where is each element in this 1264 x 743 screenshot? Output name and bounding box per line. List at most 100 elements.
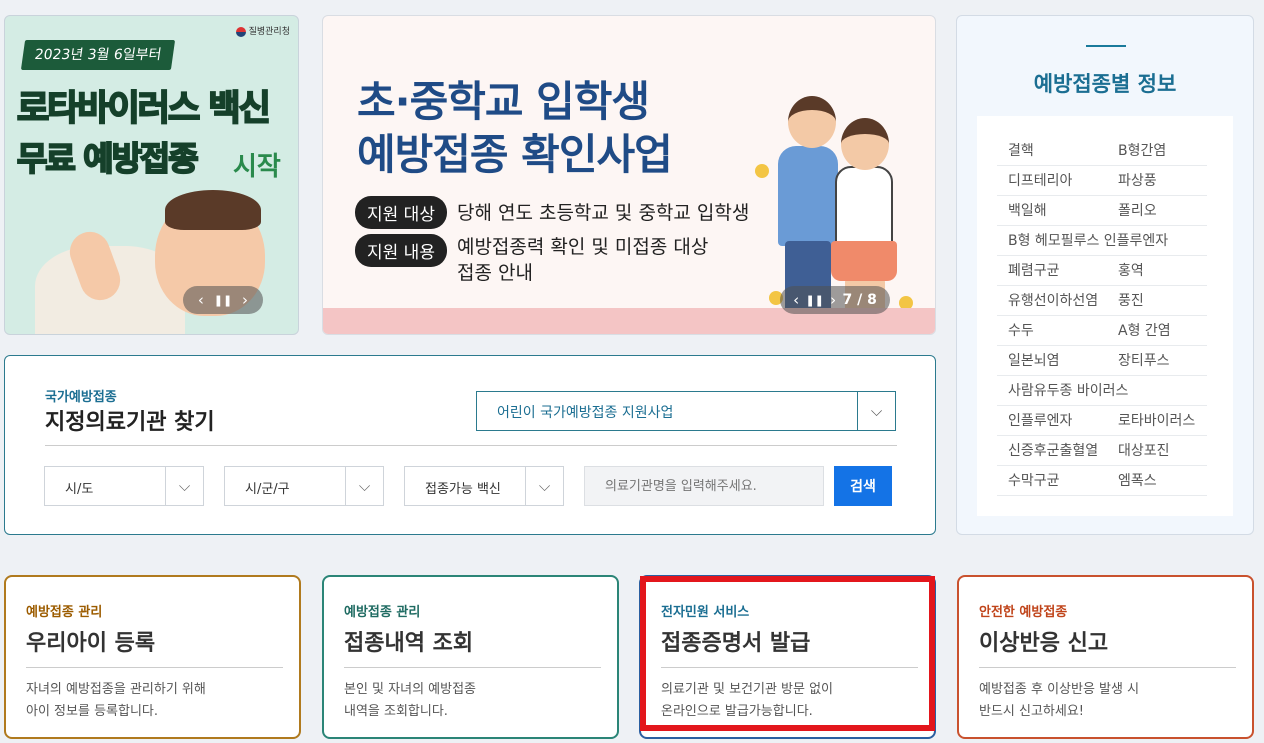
chevron-down-icon[interactable]: ⌵: [165, 467, 203, 505]
sigungu-select[interactable]: 시/군/구 ⌵: [224, 466, 384, 506]
desc-line1: 예방접종 후 이상반응 발생 시: [979, 682, 1140, 697]
vaccine-link[interactable]: 폴리오: [1107, 196, 1207, 226]
card-category: 전자민원 서비스: [661, 605, 750, 620]
vaccine-link[interactable]: 일본뇌염: [997, 346, 1107, 376]
desc-line2: 반드시 신고하세요!: [979, 704, 1085, 719]
vaccine-link[interactable]: 엠폭스: [1107, 466, 1207, 496]
chevron-left-icon[interactable]: ‹: [198, 291, 204, 309]
support-target-text: 당해 연도 초등학교 및 중학교 입학생: [456, 201, 750, 224]
desc-line2: 내역을 조회합니다.: [344, 704, 448, 719]
vaccine-link[interactable]: 수두: [997, 316, 1107, 346]
card-title: 이상반응 신고: [979, 631, 1109, 656]
banner-title-line1: 로타바이러스 백신: [16, 88, 272, 130]
program-select[interactable]: 어린이 국가예방접종 지원사업 ⌵: [476, 391, 896, 431]
flower-icon: [755, 164, 769, 178]
banner-title-line2: 예방접종 확인사업: [357, 130, 673, 179]
card-description: 본인 및 자녀의 예방접종 내역을 조회합니다.: [344, 679, 476, 723]
vaccine-link[interactable]: 풍진: [1107, 286, 1207, 316]
chevron-left-icon[interactable]: ‹: [793, 291, 799, 309]
register-child-card[interactable]: 예방접종 관리 우리아이 등록 자녀의 예방접종을 관리하기 위해 아이 정보를…: [4, 575, 301, 739]
vaccine-select-value: 접종가능 백신: [425, 482, 501, 497]
sigungu-select-value: 시/군/구: [245, 482, 290, 497]
search-title: 지정의료기관 찾기: [45, 410, 215, 435]
support-content-badge: 지원 내용: [355, 234, 447, 267]
chevron-down-icon[interactable]: ⌵: [345, 467, 383, 505]
government-emblem-icon: [235, 26, 246, 37]
search-subtitle: 국가예방접종: [45, 390, 117, 405]
chevron-down-icon[interactable]: ⌵: [857, 392, 895, 430]
card-title: 접종내역 조회: [344, 631, 474, 656]
support-target-row: 지원 대상 당해 연도 초등학교 및 중학교 입학생: [355, 196, 749, 229]
banner-title-line1: 초·중학교 입학생: [357, 77, 650, 126]
chevron-right-icon[interactable]: ›: [830, 291, 836, 309]
slider-controls: ‹ ❚❚ › 7 / 8: [780, 286, 890, 314]
baby-illustration-hair: [165, 190, 261, 230]
vaccine-link[interactable]: 파상풍: [1107, 166, 1207, 196]
card-category: 안전한 예방접종: [979, 605, 1068, 620]
vaccine-link[interactable]: 수막구균: [997, 466, 1107, 496]
desc-line2: 아이 정보를 등록합니다.: [26, 704, 158, 719]
vaccination-certificate-card[interactable]: 전자민원 서비스 접종증명서 발급 의료기관 및 보건기관 방문 없이 온라인으…: [639, 575, 936, 739]
banner-date: 2023년 3월 6일부터: [20, 40, 176, 70]
vaccine-list: 결핵 B형간염 디프테리아 파상풍 백일해 폴리오 B형 헤모필루스 인플루엔자 폐렴구균 홍역…: [997, 136, 1213, 496]
designated-clinic-search: 국가예방접종 지정의료기관 찾기 어린이 국가예방접종 지원사업 ⌵ 시/도 ⌵…: [4, 355, 936, 535]
divider: [344, 667, 601, 668]
search-button[interactable]: 검색: [834, 466, 892, 506]
pause-icon[interactable]: ❚❚: [805, 294, 823, 307]
vaccine-link[interactable]: 신증후군출혈열: [997, 436, 1107, 466]
agency-name: 질병관리청: [248, 27, 290, 37]
girl-illustration-body: [835, 166, 893, 246]
program-select-value: 어린이 국가예방접종 지원사업: [497, 405, 674, 421]
card-title: 우리아이 등록: [26, 631, 156, 656]
vaccine-select[interactable]: 접종가능 백신 ⌵: [404, 466, 564, 506]
card-description: 자녀의 예방접종을 관리하기 위해 아이 정보를 등록합니다.: [26, 679, 206, 723]
vaccine-link[interactable]: B형간염: [1107, 136, 1207, 166]
divider: [45, 445, 897, 446]
desc-line1: 본인 및 자녀의 예방접종: [344, 682, 476, 697]
card-description: 의료기관 및 보건기관 방문 없이 온라인으로 발급가능합니다.: [661, 679, 833, 723]
vaccine-link[interactable]: 로타바이러스: [1107, 406, 1207, 436]
vaccine-link[interactable]: 장티푸스: [1107, 346, 1207, 376]
vaccine-link[interactable]: 백일해: [997, 196, 1107, 226]
vaccine-link[interactable]: 대상포진: [1107, 436, 1207, 466]
girl-illustration-head: [841, 118, 889, 170]
vaccine-link[interactable]: 사람유두종 바이러스: [997, 376, 1207, 406]
boy-illustration-head: [788, 96, 836, 148]
banner-rotavirus[interactable]: 질병관리청 2023년 3월 6일부터 로타바이러스 백신 무료 예방접종 시작…: [4, 15, 299, 335]
vaccine-link[interactable]: 디프테리아: [997, 166, 1107, 196]
support-content-line2: 접종 안내: [456, 262, 533, 284]
vaccine-link[interactable]: B형 헤모필루스 인플루엔자: [997, 226, 1207, 256]
sido-select[interactable]: 시/도 ⌵: [44, 466, 204, 506]
vaccine-list-box: 결핵 B형간염 디프테리아 파상풍 백일해 폴리오 B형 헤모필루스 인플루엔자 폐렴구균 홍역…: [977, 116, 1233, 516]
desc-line1: 자녀의 예방접종을 관리하기 위해: [26, 682, 206, 697]
pause-icon[interactable]: ❚❚: [214, 294, 232, 307]
boy-illustration-body: [778, 146, 838, 246]
chevron-down-icon[interactable]: ⌵: [525, 467, 563, 505]
card-title: 접종증명서 발급: [661, 631, 811, 656]
desc-line1: 의료기관 및 보건기관 방문 없이: [661, 682, 834, 697]
vaccine-link[interactable]: 홍역: [1107, 256, 1207, 286]
support-content-line1: 예방접종력 확인 및 미접종 대상: [456, 236, 709, 258]
support-content-row: 지원 내용 예방접종력 확인 및 미접종 대상 접종 안내: [355, 234, 708, 286]
banner-title-line2: 무료 예방접종: [16, 138, 200, 179]
divider: [26, 667, 283, 668]
card-category: 예방접종 관리: [26, 605, 103, 620]
hospital-name-input[interactable]: [584, 466, 824, 506]
vaccine-link[interactable]: 결핵: [997, 136, 1107, 166]
adverse-reaction-report-card[interactable]: 안전한 예방접종 이상반응 신고 예방접종 후 이상반응 발생 시 반드시 신고…: [957, 575, 1254, 739]
vaccine-link[interactable]: 유행선이하선염: [997, 286, 1107, 316]
card-category: 예방접종 관리: [344, 605, 421, 620]
desc-line2: 온라인으로 발급가능합니다.: [661, 704, 813, 719]
banner-school-entry[interactable]: 초·중학교 입학생 예방접종 확인사업 지원 대상 당해 연도 초등학교 및 중…: [322, 15, 936, 335]
vaccine-link[interactable]: A형 간염: [1107, 316, 1207, 346]
vaccine-info-panel: 예방접종별 정보 결핵 B형간염 디프테리아 파상풍 백일해 폴리오 B형 헤모필루스 인플…: [956, 15, 1254, 535]
vaccination-history-card[interactable]: 예방접종 관리 접종내역 조회 본인 및 자녀의 예방접종 내역을 조회합니다.: [322, 575, 619, 739]
support-content-text: 예방접종력 확인 및 미접종 대상 접종 안내: [457, 234, 708, 286]
support-target-badge: 지원 대상: [355, 196, 447, 229]
vaccine-link[interactable]: 폐렴구균: [997, 256, 1107, 286]
chevron-right-icon[interactable]: ›: [242, 291, 248, 309]
girl-illustration-skirt: [831, 241, 897, 281]
slide-counter: 7 / 8: [842, 292, 877, 308]
vaccine-link[interactable]: 인플루엔자: [997, 406, 1107, 436]
panel-title: 예방접종별 정보: [1033, 72, 1177, 96]
